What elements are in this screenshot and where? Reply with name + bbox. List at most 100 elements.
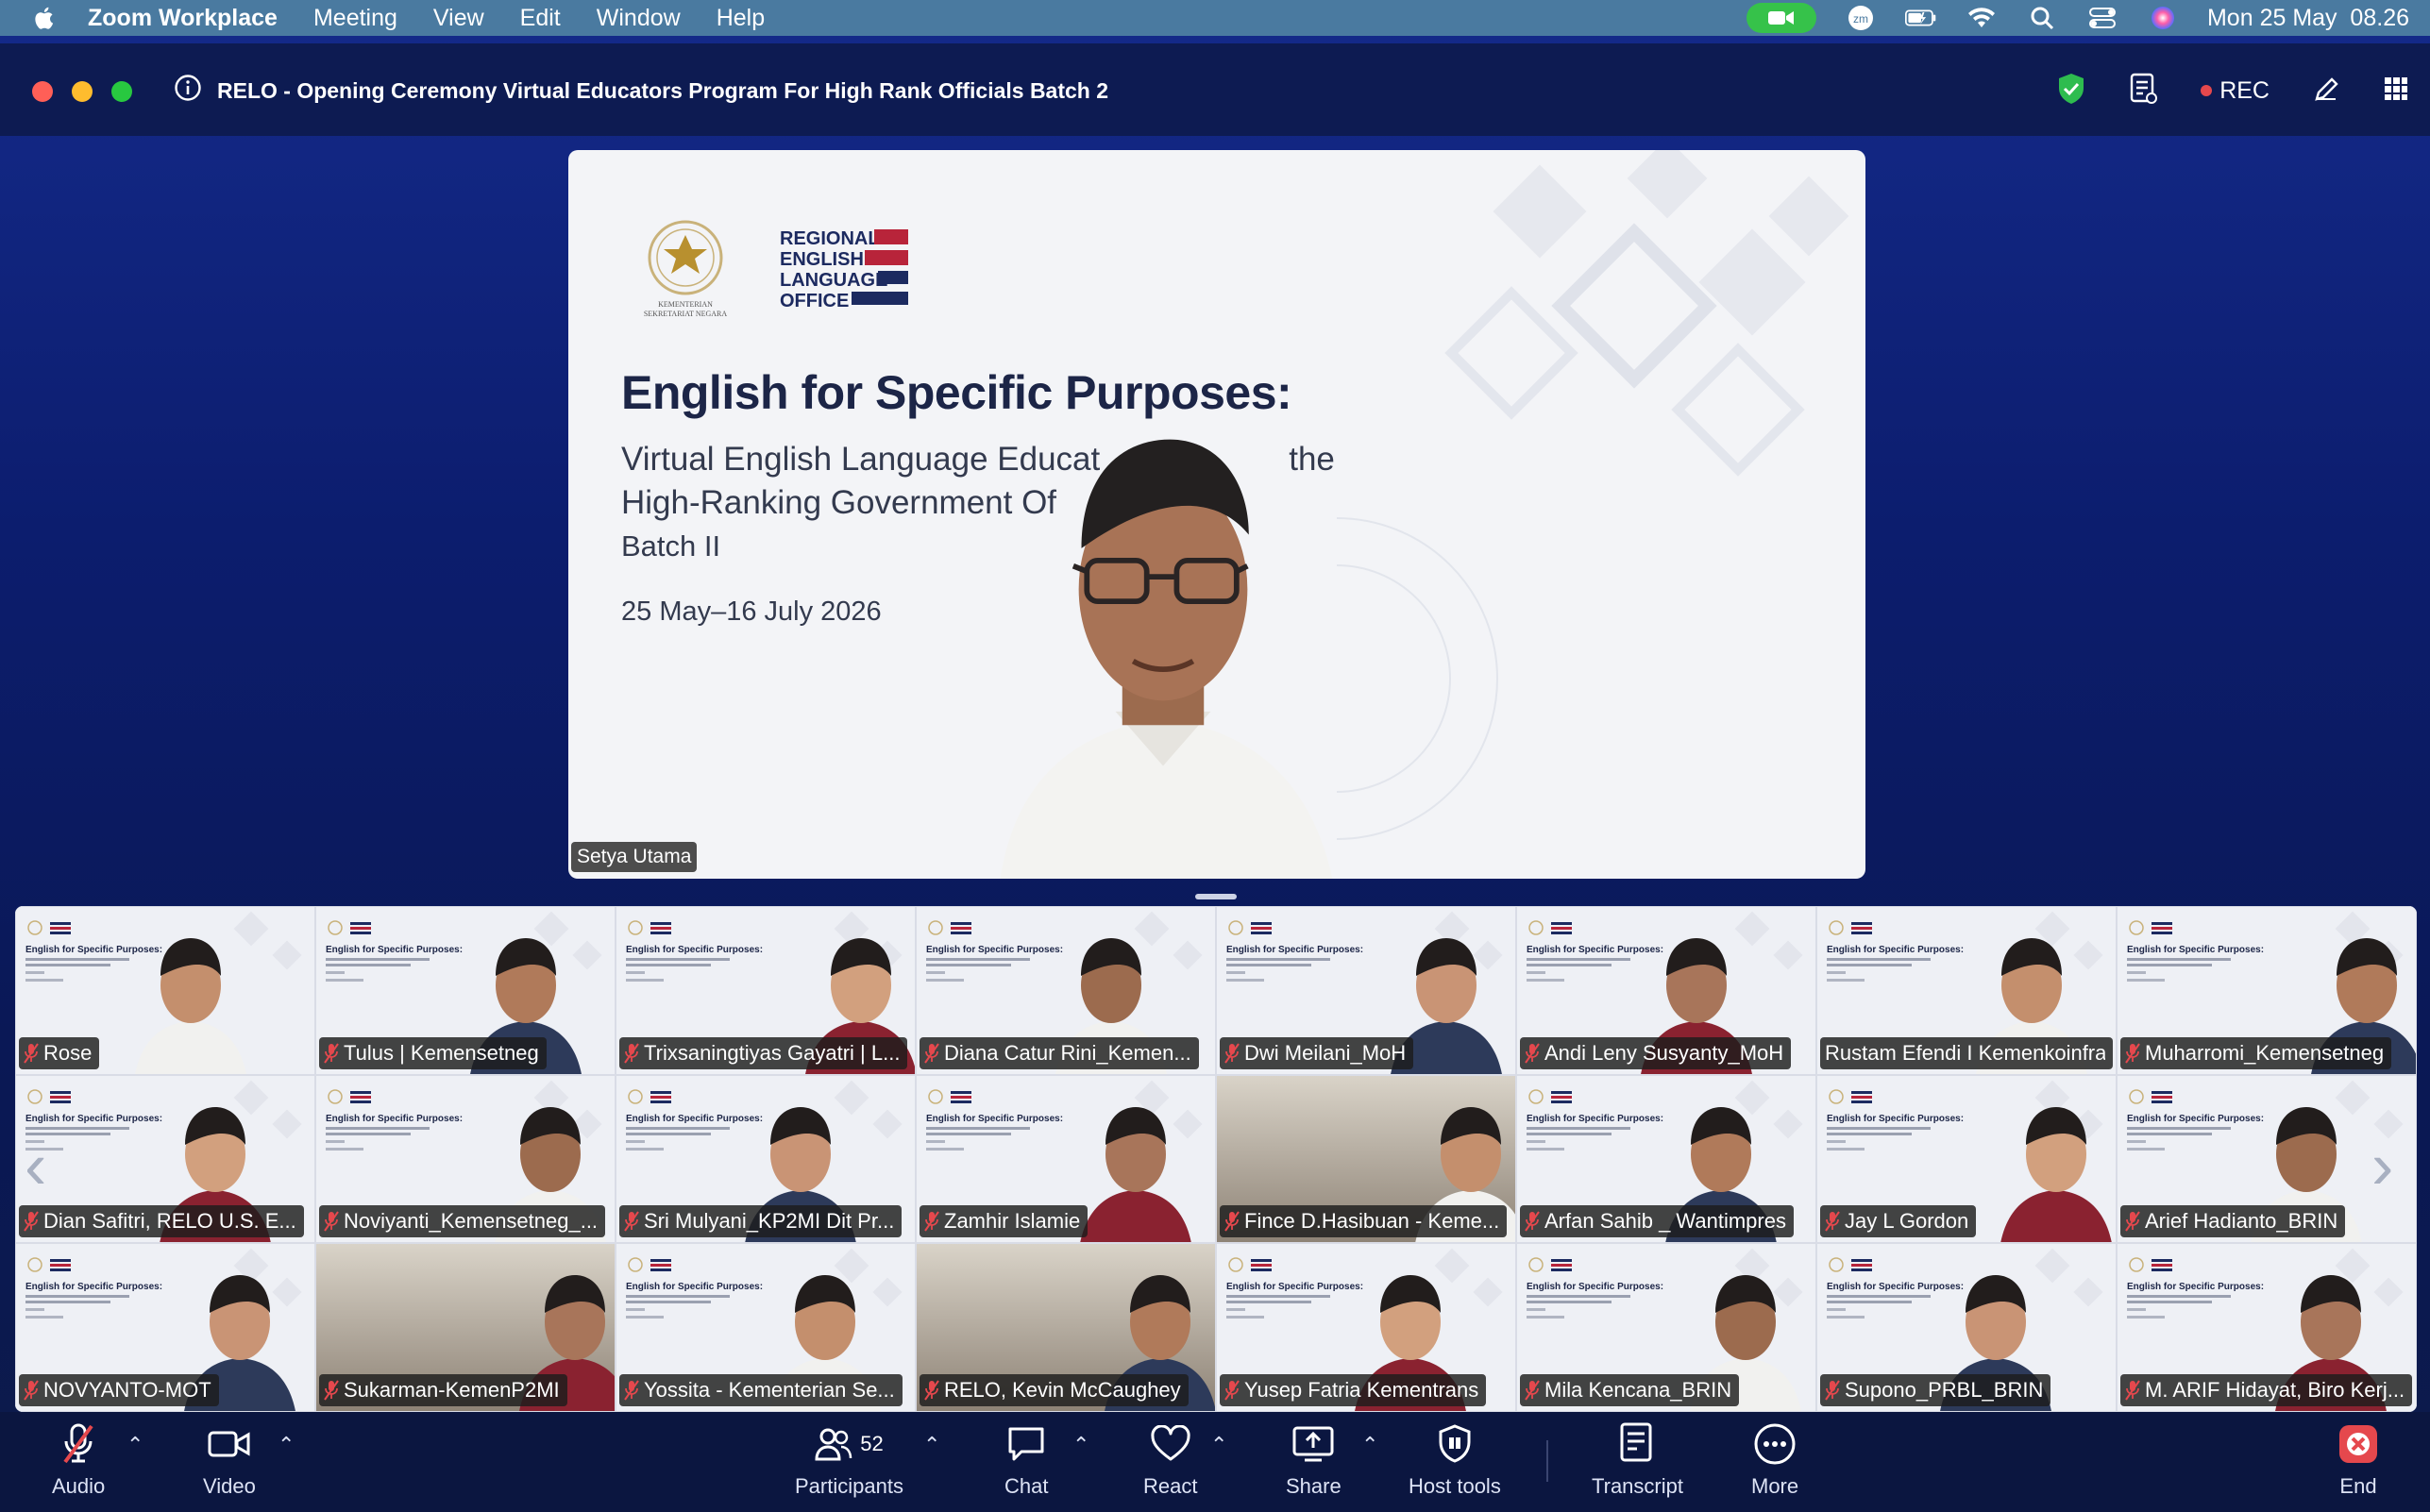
participant-tile[interactable]: Sukarman-KemenP2MI: [315, 1243, 616, 1412]
audio-options-chevron-icon[interactable]: ⌃: [127, 1433, 143, 1457]
audio-button[interactable]: Audio: [52, 1421, 105, 1499]
zoom-camera-status-icon[interactable]: [1746, 3, 1816, 33]
participant-tile[interactable]: English for Specific Purposes: Trixsaning…: [616, 906, 916, 1075]
participant-tile[interactable]: Fince D.Hasibuan - Keme...: [1216, 1074, 1516, 1244]
encryption-shield-icon[interactable]: [2057, 73, 2085, 109]
slide-batch: Batch II: [621, 529, 721, 563]
summary-doc-icon[interactable]: [2129, 73, 2158, 109]
participant-tile[interactable]: English for Specific Purposes: Diana Catu…: [916, 906, 1216, 1075]
participant-tile[interactable]: English for Specific Purposes: M. ARIF Hi…: [2117, 1243, 2417, 1412]
wifi-icon[interactable]: [1966, 4, 1998, 32]
participant-tile[interactable]: English for Specific Purposes: Dwi Meilan…: [1216, 906, 1516, 1075]
gallery-prev-page-icon[interactable]: ‹: [25, 1133, 46, 1199]
mini-slide-title: English for Specific Purposes:: [2127, 1282, 2264, 1292]
participant-tile[interactable]: English for Specific Purposes: Mila Kenca…: [1516, 1243, 1816, 1412]
muted-mic-icon: [1525, 1043, 1540, 1064]
participant-tile[interactable]: English for Specific Purposes: Tulus | Ke…: [315, 906, 616, 1075]
participant-tile[interactable]: English for Specific Purposes: Rustam Efe…: [1816, 906, 2117, 1075]
zoom-window-button[interactable]: [111, 81, 132, 102]
participant-name-label: Dian Safitri, RELO U.S. E...: [19, 1205, 304, 1238]
video-button[interactable]: Video: [203, 1421, 256, 1499]
participant-name-label: Dwi Meilani_MoH: [1220, 1036, 1414, 1069]
menu-app-name[interactable]: Zoom Workplace: [88, 5, 278, 32]
menu-edit[interactable]: Edit: [520, 5, 561, 32]
participant-name: Sri Mulyani_KP2MI Dit Pr...: [644, 1209, 895, 1234]
battery-icon[interactable]: [1904, 4, 1937, 32]
meeting-info-icon[interactable]: [174, 74, 202, 108]
gallery-next-page-icon[interactable]: ›: [2371, 1133, 2393, 1199]
mini-slide-thumbnail: English for Specific Purposes:: [326, 920, 463, 982]
muted-mic-icon: [1825, 1211, 1840, 1232]
svg-text:OFFICE: OFFICE: [780, 291, 849, 311]
mini-slide-thumbnail: English for Specific Purposes:: [2127, 1257, 2264, 1319]
participant-name: Supono_PRBL_BRIN: [1845, 1377, 2044, 1402]
participant-tile[interactable]: English for Specific Purposes: Jay L Gord…: [1816, 1074, 2117, 1244]
muted-mic-icon: [624, 1043, 639, 1064]
react-button[interactable]: React: [1143, 1421, 1197, 1499]
host-tools-button[interactable]: Host tools: [1409, 1421, 1501, 1499]
macos-menubar: Zoom Workplace Meeting View Edit Window …: [0, 0, 2430, 36]
muted-mic-icon: [1525, 1211, 1540, 1232]
transcript-button[interactable]: Transcript: [1592, 1421, 1683, 1499]
participant-tile[interactable]: English for Specific Purposes: Andi Leny …: [1516, 906, 1816, 1075]
menu-help[interactable]: Help: [717, 5, 765, 32]
menu-window[interactable]: Window: [597, 5, 681, 32]
apple-icon[interactable]: [31, 4, 59, 32]
end-label: End: [2339, 1474, 2377, 1498]
share-label: Share: [1286, 1474, 1342, 1498]
participant-tile[interactable]: English for Specific Purposes: Arfan Sahi…: [1516, 1074, 1816, 1244]
participant-tile[interactable]: English for Specific Purposes: Supono_PRB…: [1816, 1243, 2117, 1412]
menu-view[interactable]: View: [433, 5, 484, 32]
participant-name-label: Yossita - Kementerian Se...: [619, 1373, 903, 1406]
chat-button[interactable]: Chat: [1004, 1421, 1048, 1499]
more-button[interactable]: More: [1751, 1421, 1798, 1499]
participant-name: Diana Catur Rini_Kemen...: [944, 1040, 1191, 1065]
chat-options-chevron-icon[interactable]: ⌃: [1072, 1433, 1089, 1457]
slide-dates: 25 May–16 July 2026: [621, 596, 882, 627]
participant-tile[interactable]: English for Specific Purposes: Zamhir Isl…: [916, 1074, 1216, 1244]
zoom-window: Zoom Workplace Meeting View Edit Window …: [0, 0, 2430, 1512]
mini-slide-title: English for Specific Purposes:: [326, 1114, 463, 1124]
control-center-icon[interactable]: [2086, 4, 2118, 32]
participants-options-chevron-icon[interactable]: ⌃: [923, 1433, 940, 1457]
participant-tile[interactable]: English for Specific Purposes: Sri Mulyan…: [616, 1074, 916, 1244]
participant-tile[interactable]: English for Specific Purposes: Rose: [15, 906, 315, 1075]
participant-name-label: Fince D.Hasibuan - Keme...: [1220, 1205, 1508, 1238]
share-options-chevron-icon[interactable]: ⌃: [1361, 1433, 1378, 1457]
mini-slide-title: English for Specific Purposes:: [2127, 1114, 2264, 1124]
participant-name: Andi Leny Susyanty_MoH: [1544, 1040, 1784, 1065]
shared-screen-view[interactable]: KEMENTERIAN SEKRETARIAT NEGARA REGIONAL …: [568, 150, 1865, 879]
end-meeting-button[interactable]: End: [2337, 1421, 2379, 1499]
participant-name-label: Andi Leny Susyanty_MoH: [1520, 1036, 1792, 1069]
video-options-chevron-icon[interactable]: ⌃: [278, 1433, 295, 1457]
annotate-pencil-icon[interactable]: [2313, 75, 2339, 108]
participant-tile[interactable]: English for Specific Purposes: Noviyanti_…: [315, 1074, 616, 1244]
participants-button[interactable]: 52 Participants: [795, 1421, 903, 1499]
participant-tile[interactable]: English for Specific Purposes: Yossita - …: [616, 1243, 916, 1412]
menubar-clock[interactable]: Mon 25 May 08.26: [2207, 5, 2409, 32]
recording-indicator[interactable]: REC: [2201, 77, 2270, 105]
minimize-window-button[interactable]: [72, 81, 93, 102]
participant-tile[interactable]: English for Specific Purposes: Dian Safit…: [15, 1074, 315, 1244]
participant-tile[interactable]: English for Specific Purposes: NOVYANTO-M…: [15, 1243, 315, 1412]
siri-icon[interactable]: [2147, 4, 2179, 32]
chat-bubble-icon: [1008, 1427, 1044, 1461]
gallery-view-grid-icon[interactable]: [2383, 76, 2409, 107]
zoom-menubar-icon[interactable]: zm: [1845, 4, 1877, 32]
participant-name: Muharromi_Kemensetneg: [2145, 1040, 2385, 1065]
participant-video: [135, 938, 246, 1074]
participant-name: Yusep Fatria Kementrans: [1244, 1377, 1479, 1402]
participant-tile[interactable]: English for Specific Purposes: Yusep Fatr…: [1216, 1243, 1516, 1412]
more-label: More: [1751, 1474, 1799, 1498]
muted-mic-icon: [24, 1380, 39, 1401]
participant-tile[interactable]: RELO, Kevin McCaughey: [916, 1243, 1216, 1412]
close-window-button[interactable]: [32, 81, 53, 102]
muted-mic-icon: [924, 1380, 939, 1401]
resize-handle[interactable]: [1195, 894, 1237, 899]
menu-meeting[interactable]: Meeting: [313, 5, 397, 32]
spotlight-search-icon[interactable]: [2026, 4, 2058, 32]
meeting-title: RELO - Opening Ceremony Virtual Educator…: [217, 77, 1109, 103]
share-screen-button[interactable]: Share: [1286, 1421, 1342, 1499]
participant-tile[interactable]: English for Specific Purposes: Muharromi_…: [2117, 906, 2417, 1075]
react-options-chevron-icon[interactable]: ⌃: [1210, 1433, 1227, 1457]
